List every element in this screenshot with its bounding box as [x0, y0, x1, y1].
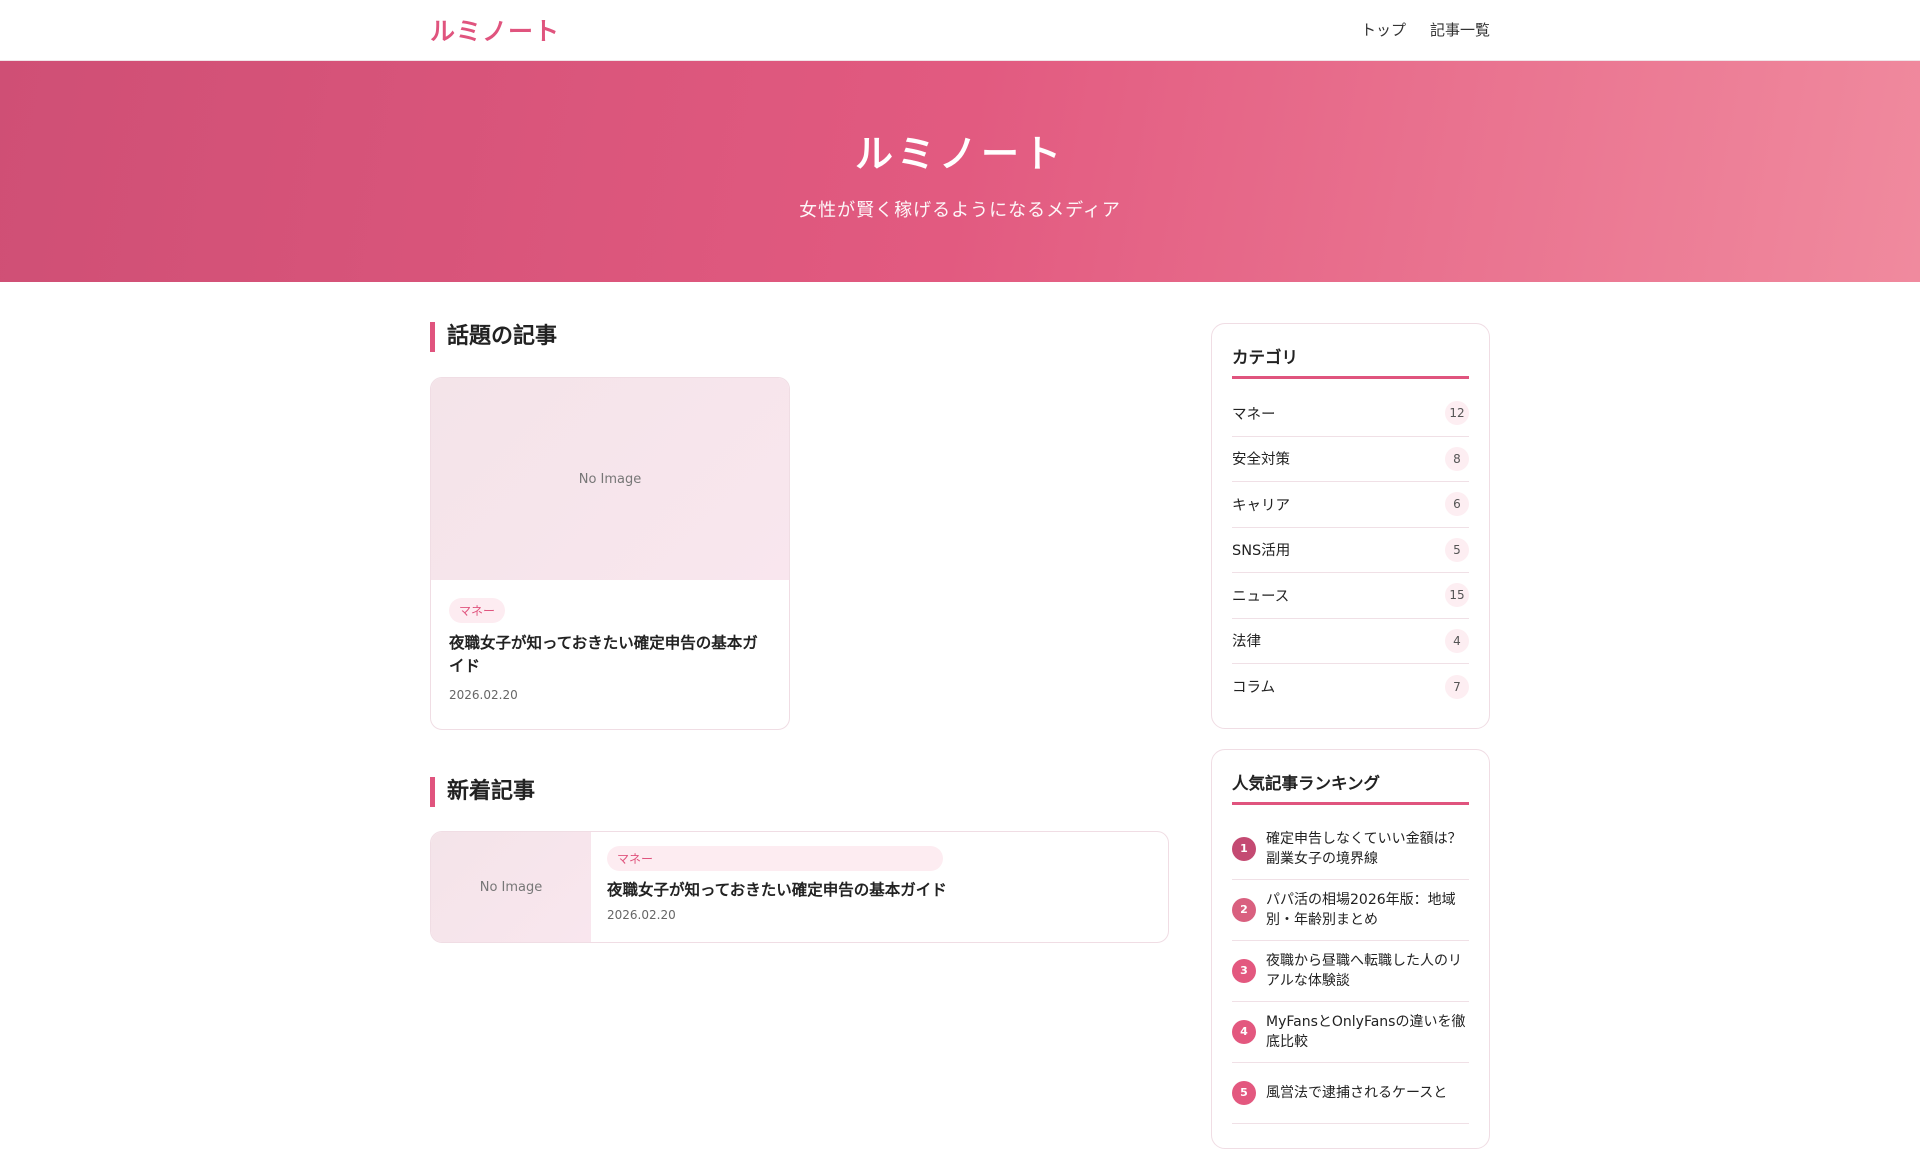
category-item[interactable]: 安全対策 8: [1232, 437, 1469, 482]
category-label: ニュース: [1232, 588, 1290, 605]
category-count: 7: [1445, 674, 1469, 699]
ranking-title: 風営法で逮捕されるケースと: [1266, 1085, 1448, 1101]
hero-title: ルミノート: [854, 132, 1065, 176]
article-date: 2026.02.20: [449, 688, 518, 702]
category-item[interactable]: マネー 12: [1232, 391, 1469, 437]
category-count: 4: [1445, 628, 1469, 653]
latest-article-item[interactable]: No Image マネー 夜職女子が知っておきたい確定申告の基本ガイド 2026…: [430, 831, 1169, 943]
article-thumbnail: No Image: [431, 378, 789, 580]
featured-article-card[interactable]: No Image マネー 夜職女子が知っておきたい確定申告の基本ガイド 2026…: [430, 377, 790, 730]
rank-badge: 5: [1232, 1081, 1256, 1105]
category-label: マネー: [1232, 406, 1276, 423]
hero-subtitle: 女性が賢く稼げるようになるメディア: [799, 200, 1121, 221]
site-logo[interactable]: ルミノート: [430, 12, 560, 48]
category-label: SNS活用: [1232, 543, 1291, 560]
rank-badge: 4: [1232, 1020, 1256, 1044]
category-heading: カテゴリ: [1232, 344, 1469, 379]
category-count: 12: [1445, 401, 1469, 426]
category-label: 安全対策: [1232, 452, 1290, 469]
article-title[interactable]: 夜職女子が知っておきたい確定申告の基本ガイド: [449, 632, 771, 678]
ranking-item[interactable]: 3 夜職から昼職へ転職した人のリアルな体験談: [1232, 941, 1469, 1002]
ranking-item[interactable]: 1 確定申告しなくていい金額は？副業女子の境界線: [1232, 819, 1469, 880]
category-label: 法律: [1232, 634, 1261, 651]
article-thumbnail: No Image: [431, 832, 591, 942]
ranking-title: パパ活の相場2026年版：地域別・年齢別まとめ: [1266, 892, 1456, 928]
main-content: 話題の記事 No Image マネー 夜職女子が知っておきたい確定申告の基本ガイ…: [430, 322, 1169, 943]
ranking-title: 確定申告しなくていい金額は？副業女子の境界線: [1266, 831, 1462, 867]
rank-badge: 3: [1232, 959, 1256, 983]
article-date: 2026.02.20: [607, 908, 676, 922]
hero-banner: ルミノート 女性が賢く稼げるようになるメディア: [0, 61, 1920, 282]
nav-top[interactable]: トップ: [1361, 19, 1406, 40]
ranking-widget: 人気記事ランキング 1 確定申告しなくていい金額は？副業女子の境界線 2 パパ活の相場…: [1211, 749, 1490, 1149]
category-tag[interactable]: マネー: [449, 598, 506, 623]
ranking-title: 夜職から昼職へ転職した人のリアルな体験談: [1266, 953, 1462, 989]
category-label: コラム: [1232, 680, 1276, 697]
category-count: 15: [1445, 583, 1469, 608]
site-header: ルミノート トップ 記事一覧: [0, 0, 1920, 61]
ranking-heading: 人気記事ランキング: [1232, 770, 1469, 805]
category-tag[interactable]: マネー: [607, 846, 943, 871]
category-item[interactable]: SNS活用 5: [1232, 528, 1469, 573]
category-count: 5: [1445, 537, 1469, 562]
main-nav: トップ 記事一覧: [1361, 19, 1490, 40]
category-count: 8: [1445, 446, 1469, 471]
category-item[interactable]: 法律 4: [1232, 619, 1469, 664]
ranking-title: MyFansとOnlyFansの違いを徹底比較: [1266, 1014, 1466, 1050]
article-title[interactable]: 夜職女子が知っておきたい確定申告の基本ガイド: [607, 879, 947, 902]
latest-heading: 新着記事: [430, 777, 1169, 807]
ranking-item[interactable]: 5 風営法で逮捕されるケースと: [1232, 1063, 1469, 1124]
category-item[interactable]: キャリア 6: [1232, 482, 1469, 528]
rank-badge: 2: [1232, 898, 1256, 922]
ranking-item[interactable]: 2 パパ活の相場2026年版：地域別・年齢別まとめ: [1232, 880, 1469, 941]
category-count: 6: [1445, 492, 1469, 517]
ranking-item[interactable]: 4 MyFansとOnlyFansの違いを徹底比較: [1232, 1002, 1469, 1063]
nav-articles[interactable]: 記事一覧: [1430, 19, 1490, 40]
category-widget: カテゴリ マネー 12 安全対策 8 キャリア 6 SNS活用 5 ニュース 15 法律 4 コラム 7: [1211, 323, 1490, 729]
category-item[interactable]: ニュース 15: [1232, 573, 1469, 619]
featured-heading: 話題の記事: [430, 322, 1169, 352]
category-label: キャリア: [1232, 497, 1290, 514]
category-item[interactable]: コラム 7: [1232, 664, 1469, 710]
rank-badge: 1: [1232, 837, 1256, 861]
